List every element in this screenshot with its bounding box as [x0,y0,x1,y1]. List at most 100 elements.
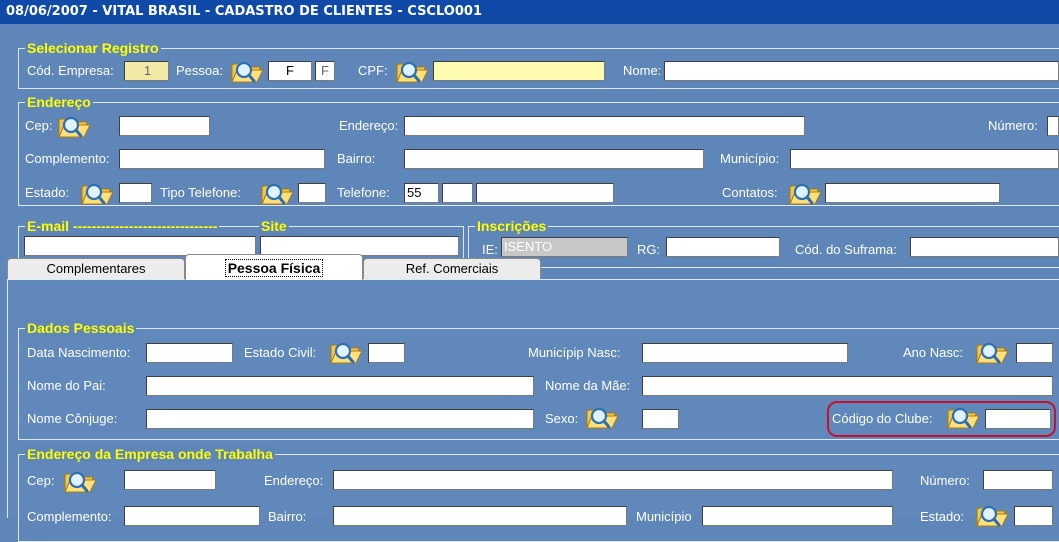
label-cpf: CPF: [358,63,388,78]
label-contatos: Contatos: [722,185,778,200]
empresa-cep-input[interactable] [124,470,216,490]
nome-pai-input[interactable] [146,376,534,396]
label-endereco: Endereço: [339,118,399,133]
telefone-ddd-input[interactable] [442,183,473,203]
label-empresa-endereco: Endereço: [264,473,324,488]
label-codigo-clube: Código do Clube: [832,411,933,426]
label-data-nascimento: Data Nascimento: [27,345,131,360]
numero-input[interactable] [1047,116,1059,136]
telefone-ddi-input[interactable]: 55 [404,183,439,203]
tab-complementares[interactable]: Complementares [7,258,185,280]
empresa-cep-lookup-folder-search-icon[interactable] [63,468,97,494]
tipo-telefone-input[interactable] [298,183,326,203]
label-estado-civil: Estado Civil: [244,345,317,360]
estado-civil-lookup-folder-search-icon[interactable] [329,339,363,365]
ano-nasc-input[interactable] [1016,343,1053,363]
estado-input[interactable] [119,183,152,203]
label-nome-conjuge: Nome Cônjuge: [27,411,118,426]
label-nome-mae: Nome da Mãe: [545,378,631,393]
label-tipo-telefone: Tipo Telefone: [160,185,241,200]
endereco-input[interactable] [404,116,805,136]
label-telefone: Telefone: [337,185,390,200]
label-ano-nasc: Ano Nasc: [903,345,963,360]
label-bairro: Bairro: [337,151,376,166]
folder-search-icon [58,116,91,138]
label-cep: Cep: [25,118,53,133]
pessoa-code-field[interactable]: F [315,61,335,81]
estado-civil-input[interactable] [368,343,405,363]
tab-pessoa-fisica[interactable]: Pessoa Física [185,254,363,280]
label-empresa-numero: Número: [920,473,970,488]
label-sexo: Sexo: [545,411,579,426]
tab-pessoa-fisica-label: Pessoa Física [224,259,324,277]
sexo-lookup-folder-search-icon[interactable] [585,404,619,430]
nome-input[interactable] [664,61,1059,81]
legend-endereco-empresa: Endereço da Empresa onde Trabalha [25,446,275,462]
pessoa-lookup-folder-search-icon[interactable] [230,58,264,84]
empresa-numero-input[interactable] [983,470,1053,490]
folder-search-icon [789,183,822,205]
contatos-lookup-folder-search-icon[interactable] [788,180,822,206]
empresa-estado-lookup-folder-search-icon[interactable] [975,502,1009,528]
tab-ref-comerciais[interactable]: Ref. Comerciais [363,258,541,280]
legend-site: Site [259,218,289,234]
folder-search-icon [976,505,1009,527]
label-estado: Estado: [25,185,70,200]
folder-search-icon [81,183,114,205]
folder-search-icon [261,183,294,205]
municipio-input[interactable] [790,149,1059,169]
label-empresa-complemento: Complemento: [27,509,112,524]
folder-search-icon [64,471,97,493]
pessoa-field[interactable]: F [268,61,312,81]
label-complemento: Complemento: [25,151,110,166]
email-input[interactable] [24,236,256,256]
tab-strip: Complementares Pessoa Física Ref. Comerc… [7,254,1059,280]
cpf-input[interactable] [433,61,605,81]
empresa-estado-input[interactable] [1014,506,1053,526]
group-endereco-empresa: Endereço da Empresa onde Trabalha [18,446,1059,542]
folder-search-icon [330,342,363,364]
empresa-endereco-input[interactable] [333,470,893,490]
empresa-complemento-input[interactable] [124,506,260,526]
folder-search-icon [947,407,980,429]
data-nascimento-input[interactable] [146,343,233,363]
complemento-input[interactable] [119,149,325,169]
legend-email: E-mail ------------------------------- [25,218,220,234]
folder-search-icon [586,407,619,429]
cep-input[interactable] [119,116,210,136]
label-municipio-nasc: Municípip Nasc: [528,345,621,360]
bairro-input[interactable] [404,149,704,169]
tipo-telefone-lookup-folder-search-icon[interactable] [260,180,294,206]
codigo-clube-lookup-folder-search-icon[interactable] [946,404,980,430]
cod-empresa-field[interactable]: 1 [124,61,169,81]
cpf-lookup-folder-search-icon[interactable] [395,58,429,84]
nome-mae-input[interactable] [642,376,1053,396]
ano-nasc-lookup-folder-search-icon[interactable] [975,339,1009,365]
label-empresa-estado: Estado: [920,509,965,524]
empresa-municipio-input[interactable] [702,506,893,526]
folder-search-icon [976,342,1009,364]
sexo-input[interactable] [642,409,679,429]
site-input[interactable] [260,236,459,256]
label-pessoa: Pessoa: [176,63,223,78]
legend-endereco: Endereço [25,94,93,110]
label-empresa-cep: Cep: [27,473,55,488]
telefone-numero-input[interactable] [476,183,614,203]
cep-lookup-folder-search-icon[interactable] [57,113,91,139]
folder-search-icon [396,61,429,83]
legend-inscricoes: Inscrições [475,218,549,234]
nome-conjuge-input[interactable] [146,409,534,429]
legend-dados-pessoais: Dados Pessoais [25,320,137,336]
codigo-clube-input[interactable] [985,409,1051,429]
label-cod-empresa: Cód. Empresa: [27,63,114,78]
label-numero: Número: [988,118,1038,133]
estado-lookup-folder-search-icon[interactable] [80,180,114,206]
label-empresa-municipio: Município [636,509,692,524]
window-title: 08/06/2007 - VITAL BRASIL - CADASTRO DE … [0,0,1059,24]
municipio-nasc-input[interactable] [642,343,848,363]
label-nome: Nome: [623,63,662,78]
legend-selecionar-registro: Selecionar Registro [25,40,161,56]
contatos-input[interactable] [825,183,1000,203]
folder-search-icon [231,61,264,83]
empresa-bairro-input[interactable] [333,506,627,526]
